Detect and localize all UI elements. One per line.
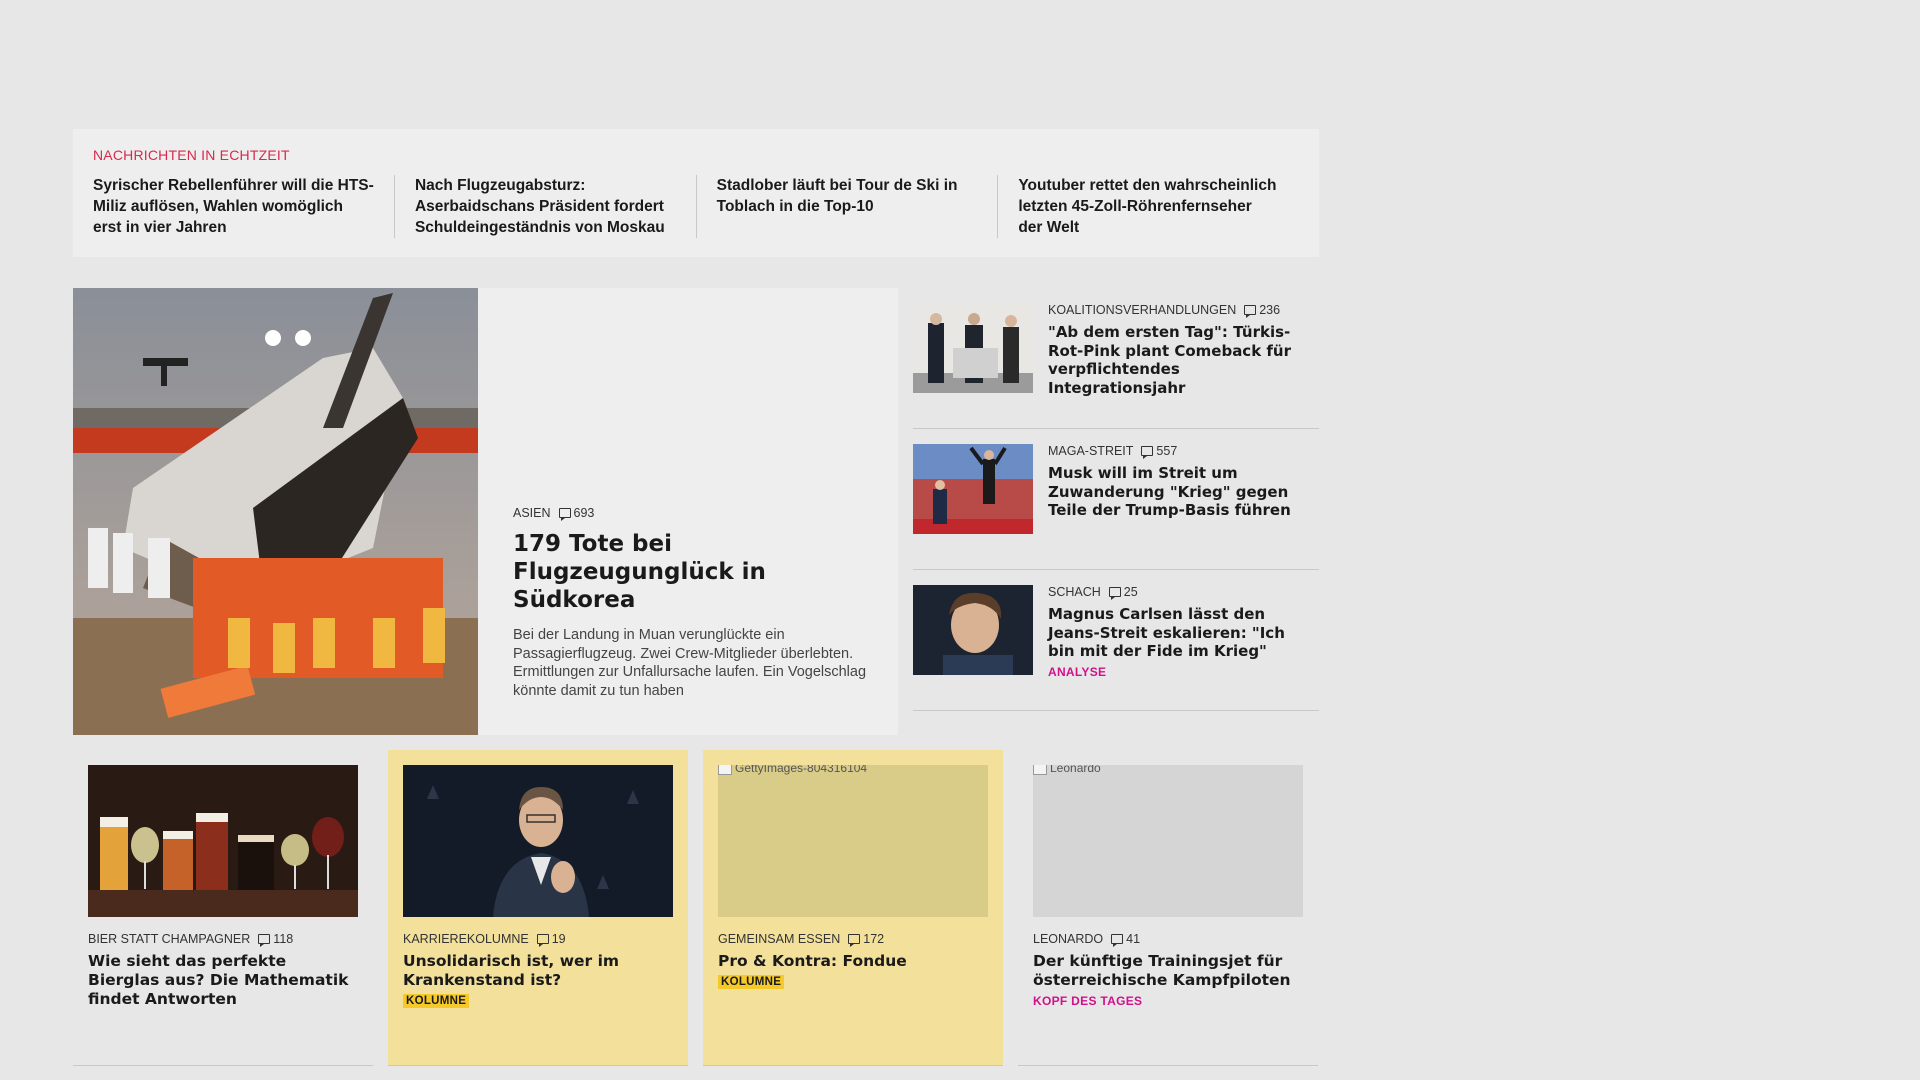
card-comment-count[interactable]: 118 bbox=[258, 932, 294, 947]
side-meta: SCHACH 25 bbox=[1048, 585, 1308, 600]
teaser-card-column[interactable]: GettyImages-804316104 GEMEINSAM ESSEN 17… bbox=[703, 750, 1003, 1066]
side-comments: 557 bbox=[1156, 444, 1178, 458]
hero-lead: Bei der Landung in Muan verunglückte ein… bbox=[513, 627, 867, 699]
teaser-card[interactable]: BIER STATT CHAMPAGNER 118 Wie sieht das … bbox=[73, 750, 373, 1066]
ticker-item[interactable]: Nach Flugzeugabsturz: Aserbaidschans Prä… bbox=[393, 175, 696, 238]
side-comment-count[interactable]: 25 bbox=[1108, 585, 1138, 600]
card-kicker[interactable]: BIER STATT CHAMPAGNER bbox=[88, 932, 250, 946]
side-teasers: KOALITIONSVERHANDLUNGEN 236 "Ab dem erst… bbox=[913, 288, 1319, 711]
column-tag: KOLUMNE bbox=[718, 975, 785, 989]
hero-kicker[interactable]: ASIEN bbox=[513, 506, 551, 520]
hero-article[interactable]: ASIEN 693 179 Tote bei Flugzeugunglück i… bbox=[73, 288, 898, 735]
side-meta: KOALITIONSVERHANDLUNGEN 236 bbox=[1048, 303, 1308, 318]
side-thumb-politicians[interactable] bbox=[913, 303, 1033, 393]
side-headline[interactable]: "Ab dem ersten Tag": Türkis-Rot-Pink pla… bbox=[1048, 323, 1308, 397]
card-headline[interactable]: Wie sieht das perfekte Bierglas aus? Die… bbox=[88, 952, 358, 1009]
ticker-item[interactable]: Syrischer Rebellenführer will die HTS-Mi… bbox=[93, 175, 394, 238]
comment-icon bbox=[1141, 446, 1154, 459]
card-meta: GEMEINSAM ESSEN 172 bbox=[718, 932, 988, 947]
card-headline[interactable]: Pro & Kontra: Fondue bbox=[718, 952, 988, 971]
card-kicker[interactable]: LEONARDO bbox=[1033, 932, 1103, 946]
hero-comment-count[interactable]: 693 bbox=[558, 506, 595, 521]
card-image-speaker[interactable] bbox=[403, 765, 673, 917]
card-kicker[interactable]: KARRIEREKOLUMNE bbox=[403, 932, 529, 946]
hero-meta: ASIEN 693 bbox=[513, 506, 873, 521]
card-image-broken[interactable]: GettyImages-804316104 bbox=[718, 765, 988, 917]
hero-image-plane-crash[interactable] bbox=[73, 288, 478, 735]
ticker-item[interactable]: Stadlober läuft bei Tour de Ski in Tobla… bbox=[695, 175, 998, 238]
card-comments: 172 bbox=[863, 932, 885, 946]
live-news-ticker: NACHRICHTEN IN ECHTZEIT Syrischer Rebell… bbox=[73, 129, 1319, 257]
broken-image-icon bbox=[1033, 765, 1047, 775]
kopf-des-tages-tag: KOPF DES TAGES bbox=[1033, 994, 1143, 1008]
image-alt-text: Leonardo bbox=[1050, 765, 1101, 775]
card-headline[interactable]: Unsolidarisch ist, wer im Krankenstand i… bbox=[403, 952, 673, 990]
side-comment-count[interactable]: 557 bbox=[1141, 444, 1178, 459]
card-comments: 41 bbox=[1126, 932, 1141, 946]
broken-image-alt: Leonardo bbox=[1033, 765, 1101, 775]
side-kicker[interactable]: SCHACH bbox=[1048, 585, 1101, 599]
comment-icon bbox=[558, 508, 571, 521]
side-meta: MAGA-STREIT 557 bbox=[1048, 444, 1308, 459]
side-comments: 236 bbox=[1259, 303, 1281, 317]
card-image-beer-glasses[interactable] bbox=[88, 765, 358, 917]
card-meta: LEONARDO 41 bbox=[1033, 932, 1303, 947]
card-comment-count[interactable]: 19 bbox=[536, 932, 566, 947]
side-text: KOALITIONSVERHANDLUNGEN 236 "Ab dem erst… bbox=[1048, 303, 1308, 397]
card-meta: KARRIEREKOLUMNE 19 bbox=[403, 932, 673, 947]
ticker-row: Syrischer Rebellenführer will die HTS-Mi… bbox=[93, 175, 1299, 238]
side-kicker[interactable]: MAGA-STREIT bbox=[1048, 444, 1133, 458]
side-comment-count[interactable]: 236 bbox=[1244, 303, 1281, 318]
teaser-card[interactable]: Leonardo LEONARDO 41 Der künftige Traini… bbox=[1018, 750, 1318, 1066]
side-text: MAGA-STREIT 557 Musk will im Streit um Z… bbox=[1048, 444, 1308, 520]
comment-icon bbox=[1111, 934, 1124, 947]
card-comment-count[interactable]: 41 bbox=[1111, 932, 1141, 947]
image-alt-text: GettyImages-804316104 bbox=[735, 765, 868, 775]
comment-icon bbox=[1244, 305, 1257, 318]
comment-icon bbox=[1108, 587, 1121, 600]
ticker-title: NACHRICHTEN IN ECHTZEIT bbox=[93, 147, 290, 163]
ticker-item[interactable]: Youtuber rettet den wahrscheinlich letzt… bbox=[997, 175, 1299, 238]
card-image-broken[interactable]: Leonardo bbox=[1033, 765, 1303, 917]
hero-headline[interactable]: 179 Tote bei Flugzeugunglück in Südkorea bbox=[513, 530, 873, 614]
side-thumb-chess-player[interactable] bbox=[913, 585, 1033, 675]
analysis-tag: ANALYSE bbox=[1048, 664, 1107, 679]
card-comments: 19 bbox=[551, 932, 566, 946]
card-kicker[interactable]: GEMEINSAM ESSEN bbox=[718, 932, 840, 946]
card-comment-count[interactable]: 172 bbox=[848, 932, 885, 947]
side-teaser[interactable]: KOALITIONSVERHANDLUNGEN 236 "Ab dem erst… bbox=[913, 288, 1319, 429]
hero-comments: 693 bbox=[573, 506, 595, 520]
broken-image-alt: GettyImages-804316104 bbox=[718, 765, 867, 775]
side-headline[interactable]: Magnus Carlsen lässt den Jeans-Streit es… bbox=[1048, 605, 1308, 661]
side-teaser[interactable]: MAGA-STREIT 557 Musk will im Streit um Z… bbox=[913, 429, 1319, 570]
side-teaser[interactable]: SCHACH 25 Magnus Carlsen lässt den Jeans… bbox=[913, 570, 1319, 711]
card-meta: BIER STATT CHAMPAGNER 118 bbox=[88, 932, 358, 947]
side-text: SCHACH 25 Magnus Carlsen lässt den Jeans… bbox=[1048, 585, 1308, 679]
comment-icon bbox=[536, 934, 549, 947]
broken-image-icon bbox=[718, 765, 732, 775]
teaser-cards: BIER STATT CHAMPAGNER 118 Wie sieht das … bbox=[73, 750, 1319, 1066]
side-thumb-rally[interactable] bbox=[913, 444, 1033, 534]
card-headline[interactable]: Der künftige Trainingsjet für österreich… bbox=[1033, 952, 1303, 990]
column-tag: KOLUMNE bbox=[403, 994, 470, 1008]
teaser-card-column[interactable]: KARRIEREKOLUMNE 19 Unsolidarisch ist, we… bbox=[388, 750, 688, 1066]
hero-text: ASIEN 693 179 Tote bei Flugzeugunglück i… bbox=[513, 506, 873, 700]
card-comments: 118 bbox=[273, 932, 294, 946]
comment-icon bbox=[258, 934, 271, 947]
side-headline[interactable]: Musk will im Streit um Zuwanderung "Krie… bbox=[1048, 464, 1308, 520]
comment-icon bbox=[848, 934, 861, 947]
side-comments: 25 bbox=[1123, 585, 1138, 599]
side-kicker[interactable]: KOALITIONSVERHANDLUNGEN bbox=[1048, 303, 1236, 317]
